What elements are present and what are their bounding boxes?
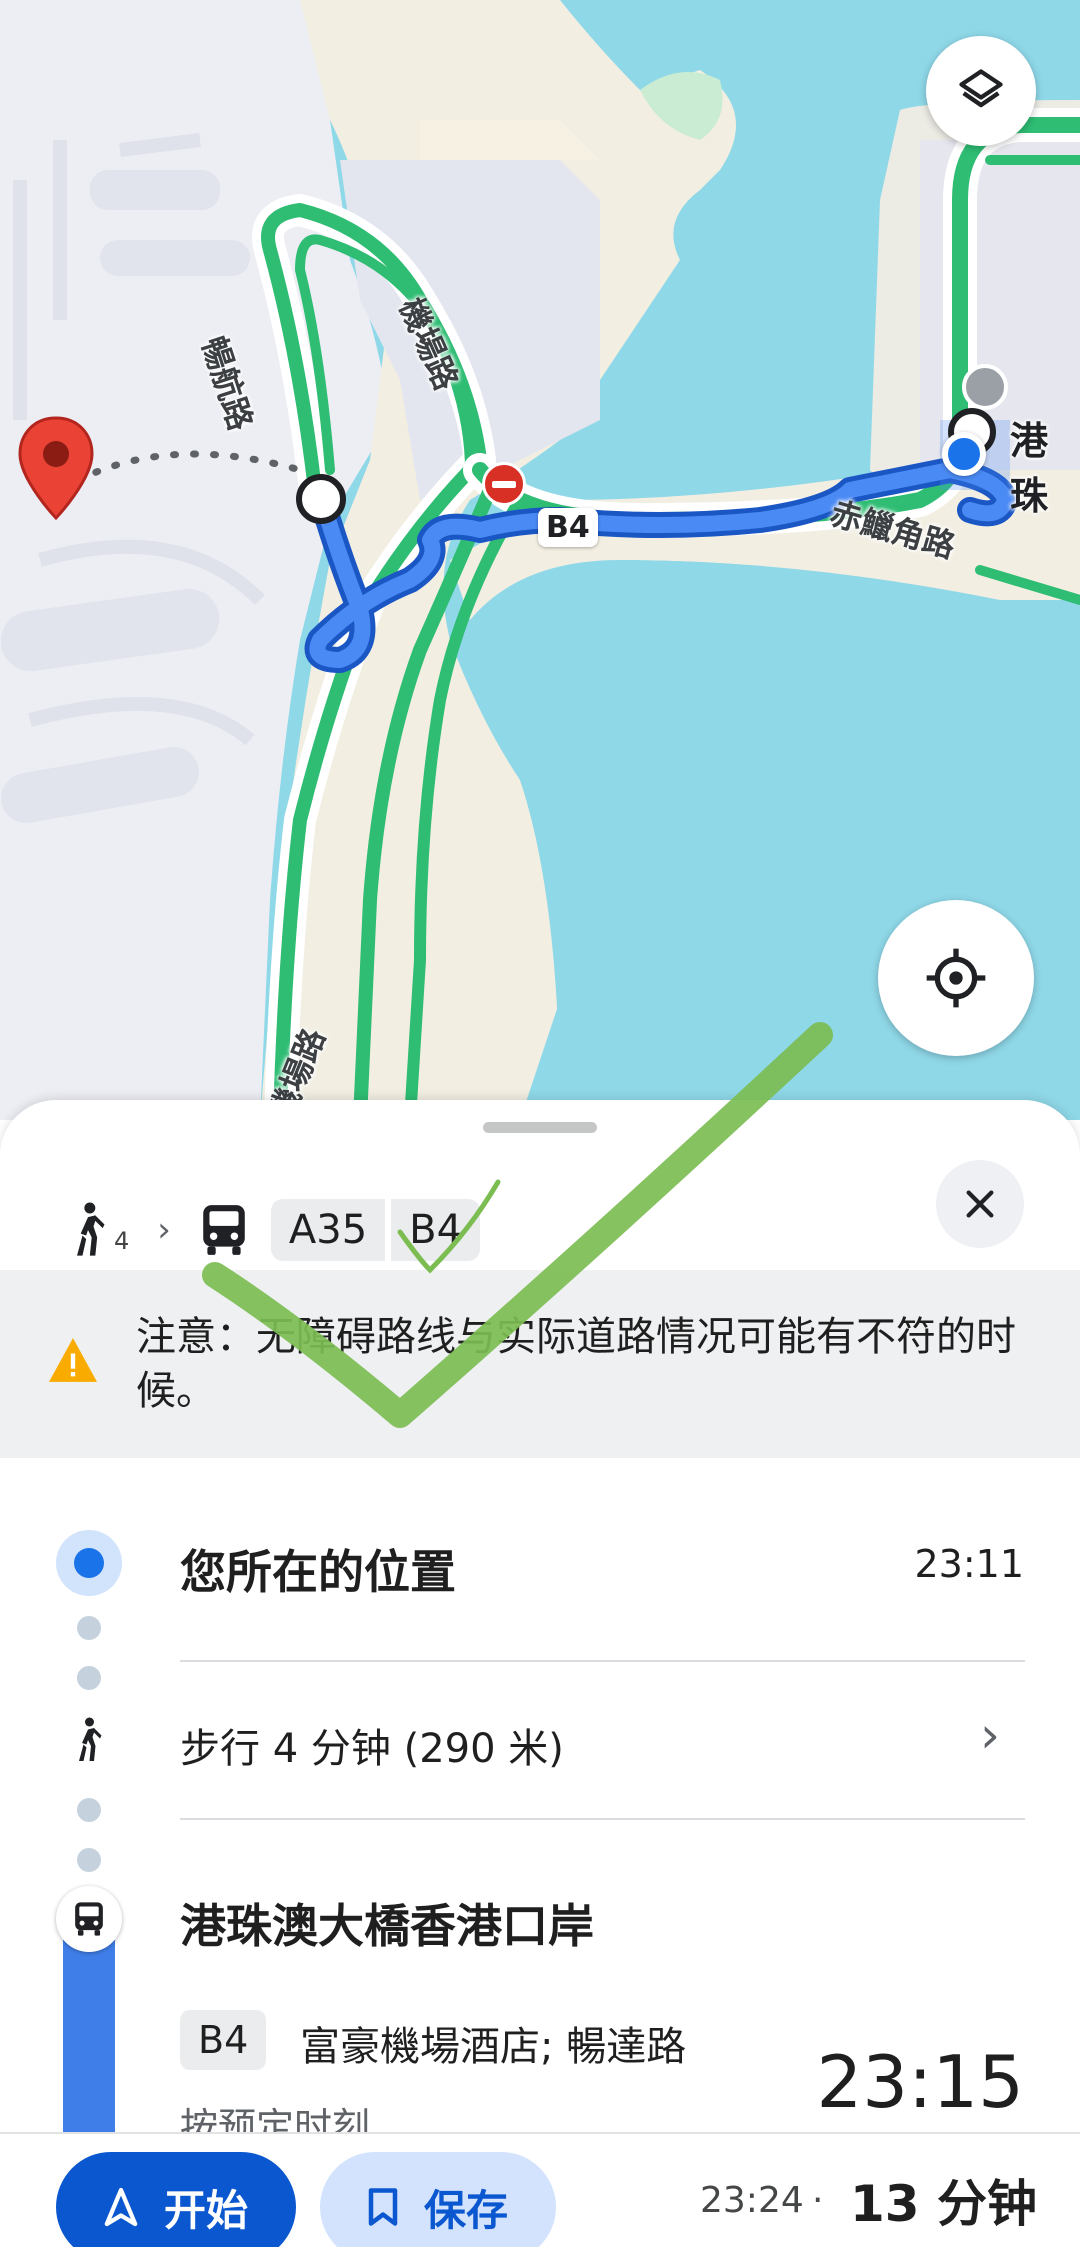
warning-icon (49, 1338, 97, 1382)
close-icon (966, 1190, 994, 1218)
navigation-arrow-icon (104, 2187, 138, 2227)
arrival-time: 23:24 (700, 2180, 804, 2221)
separator-dot: · (812, 2180, 824, 2221)
bus-leg-bar (63, 1940, 115, 2140)
bus-icon (203, 1205, 245, 1255)
map-view[interactable]: 暢航路 機場路 機場路 赤鱲角路 B4 港珠 (0, 0, 1080, 1120)
walk-step-text: 步行 4 分钟 (290 米) (180, 1726, 564, 1772)
destination-pin-icon[interactable] (16, 414, 96, 524)
timeline-dot (77, 1616, 101, 1640)
sheet-drag-handle[interactable] (483, 1122, 597, 1133)
bottom-action-bar: 开始 保存 23:24 · 13 分钟 (0, 2132, 1080, 2247)
timeline-dot (77, 1798, 101, 1822)
walk-step-icon (79, 1717, 102, 1761)
start-label: 开始 (163, 2185, 248, 2235)
save-label: 保存 (423, 2185, 508, 2235)
start-time: 23:11 (914, 1542, 1024, 1586)
chevron-right-icon: › (157, 1210, 171, 1250)
bookmark-icon (368, 2188, 398, 2226)
no-entry-icon (482, 462, 526, 506)
bus-line-chip[interactable]: B4 (180, 2010, 267, 2070)
bus-stop-title[interactable]: 港珠澳大橋香港口岸 (180, 1890, 594, 1956)
trip-duration: 13 分钟 (850, 2175, 1037, 2233)
layers-button[interactable] (926, 36, 1036, 146)
save-button[interactable]: 保存 (320, 2152, 556, 2247)
layers-icon (959, 69, 1003, 108)
walk-minutes: 4 (114, 1227, 130, 1255)
timeline-dot (77, 1848, 101, 1872)
my-location-button[interactable] (878, 900, 1034, 1056)
chevron-right-icon: › (980, 1706, 1000, 1764)
route-transfer-point (296, 474, 346, 524)
timeline-dot (77, 1666, 101, 1690)
place-label-hzmb[interactable]: 港珠 (1010, 410, 1080, 520)
divider (180, 1818, 1025, 1820)
bus-stop-names: 富豪機場酒店; 暢達路 (300, 2024, 687, 2070)
notice-text: 注意：无障碍路线与实际道路情况可能有不符的时候。 (136, 1314, 1016, 1414)
start-dot-icon (56, 1530, 122, 1596)
line-chip-b4: B4 (391, 1199, 481, 1261)
close-button[interactable] (936, 1160, 1024, 1248)
start-location-title: 您所在的位置 (180, 1545, 456, 1599)
my-location-dot (942, 432, 986, 476)
walk-icon (77, 1202, 105, 1256)
my-location-icon (926, 948, 986, 1008)
directions-sheet: 4 › A35 B4 注意：无障碍路线与实际道路情况可能有不符的时候。 您所在的… (0, 1100, 1080, 2247)
start-button[interactable]: 开始 (56, 2152, 296, 2247)
departure-time: 23:15 (816, 2040, 1025, 2124)
grey-marker (962, 364, 1008, 410)
line-chip-a35: A35 (270, 1199, 386, 1261)
accessibility-notice: 注意：无障碍路线与实际道路情况可能有不符的时候。 (0, 1270, 1080, 1458)
bus-stop-icon (56, 1886, 122, 1952)
divider (180, 1660, 1025, 1662)
bus-icon (75, 1902, 103, 1936)
route-badge-b4: B4 (538, 508, 598, 547)
